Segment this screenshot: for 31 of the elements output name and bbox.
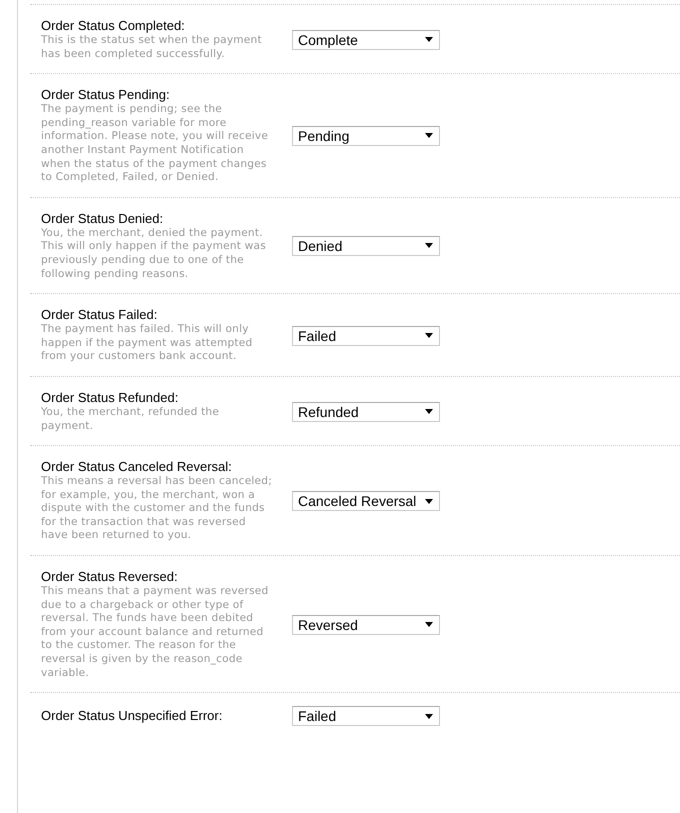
status-dropdown[interactable]: Reversed — [292, 614, 440, 635]
caret-icon — [425, 37, 433, 42]
caret-icon — [425, 498, 433, 504]
setting-label: Order Status Refunded: — [41, 390, 180, 406]
status-dropdown[interactable]: Canceled Reversal — [292, 491, 440, 512]
setting-description: The payment is pending; see the pending_reason variable for more information. Please note, you will receive another Instant Payment Notification when the status of the payment changes to Completed, Failed, or Denied. — [41, 103, 270, 185]
status-dropdown[interactable]: Failed — [292, 326, 440, 346]
caret-icon — [425, 714, 433, 719]
setting-description: You, the merchant, refunded the payment. — [41, 406, 220, 434]
caret-icon — [425, 622, 433, 628]
setting-label: Order Status Canceled Reversal: — [41, 459, 233, 476]
status-dropdown[interactable]: Refunded — [292, 402, 440, 422]
setting-label: Order Status Pending: — [41, 87, 171, 104]
setting-description: The payment has failed. This will only happen if the payment was attempted from your customers bank account. — [41, 323, 254, 364]
setting-label: Order Status Unspecified Error: — [41, 708, 224, 724]
caret-icon — [425, 133, 433, 138]
setting-description: This means a reversal has been canceled; for example, you, the merchant, won a dispute with the customer and the funds for the transaction that was reversed have been returned to you. — [41, 475, 273, 544]
setting-description: This is the status set when the payment has been completed successfully. — [41, 34, 263, 62]
setting-description: This means that a payment was reversed due to a chargeback or other type of reversal. The funds have been debited from your account balance and returned to the customer. The reason for the reversal is given by the reason_code variable. — [41, 585, 270, 680]
status-dropdown[interactable]: Failed — [292, 706, 440, 726]
setting-label: Order Status Reversed: — [41, 569, 179, 586]
setting-label: Order Status Denied: — [41, 210, 164, 227]
setting-label: Order Status Completed: — [41, 18, 186, 34]
setting-label: Order Status Failed: — [41, 307, 158, 324]
caret-icon — [425, 333, 433, 338]
status-dropdown[interactable]: Denied — [292, 236, 440, 256]
status-dropdown[interactable]: Complete — [292, 30, 440, 50]
setting-description: You, the merchant, denied the payment. This will only happen if the payment was previously pending due to one of the following pending reasons. — [41, 226, 267, 282]
caret-icon — [425, 409, 433, 414]
status-dropdown[interactable]: Pending — [292, 126, 440, 146]
caret-icon — [425, 243, 433, 248]
